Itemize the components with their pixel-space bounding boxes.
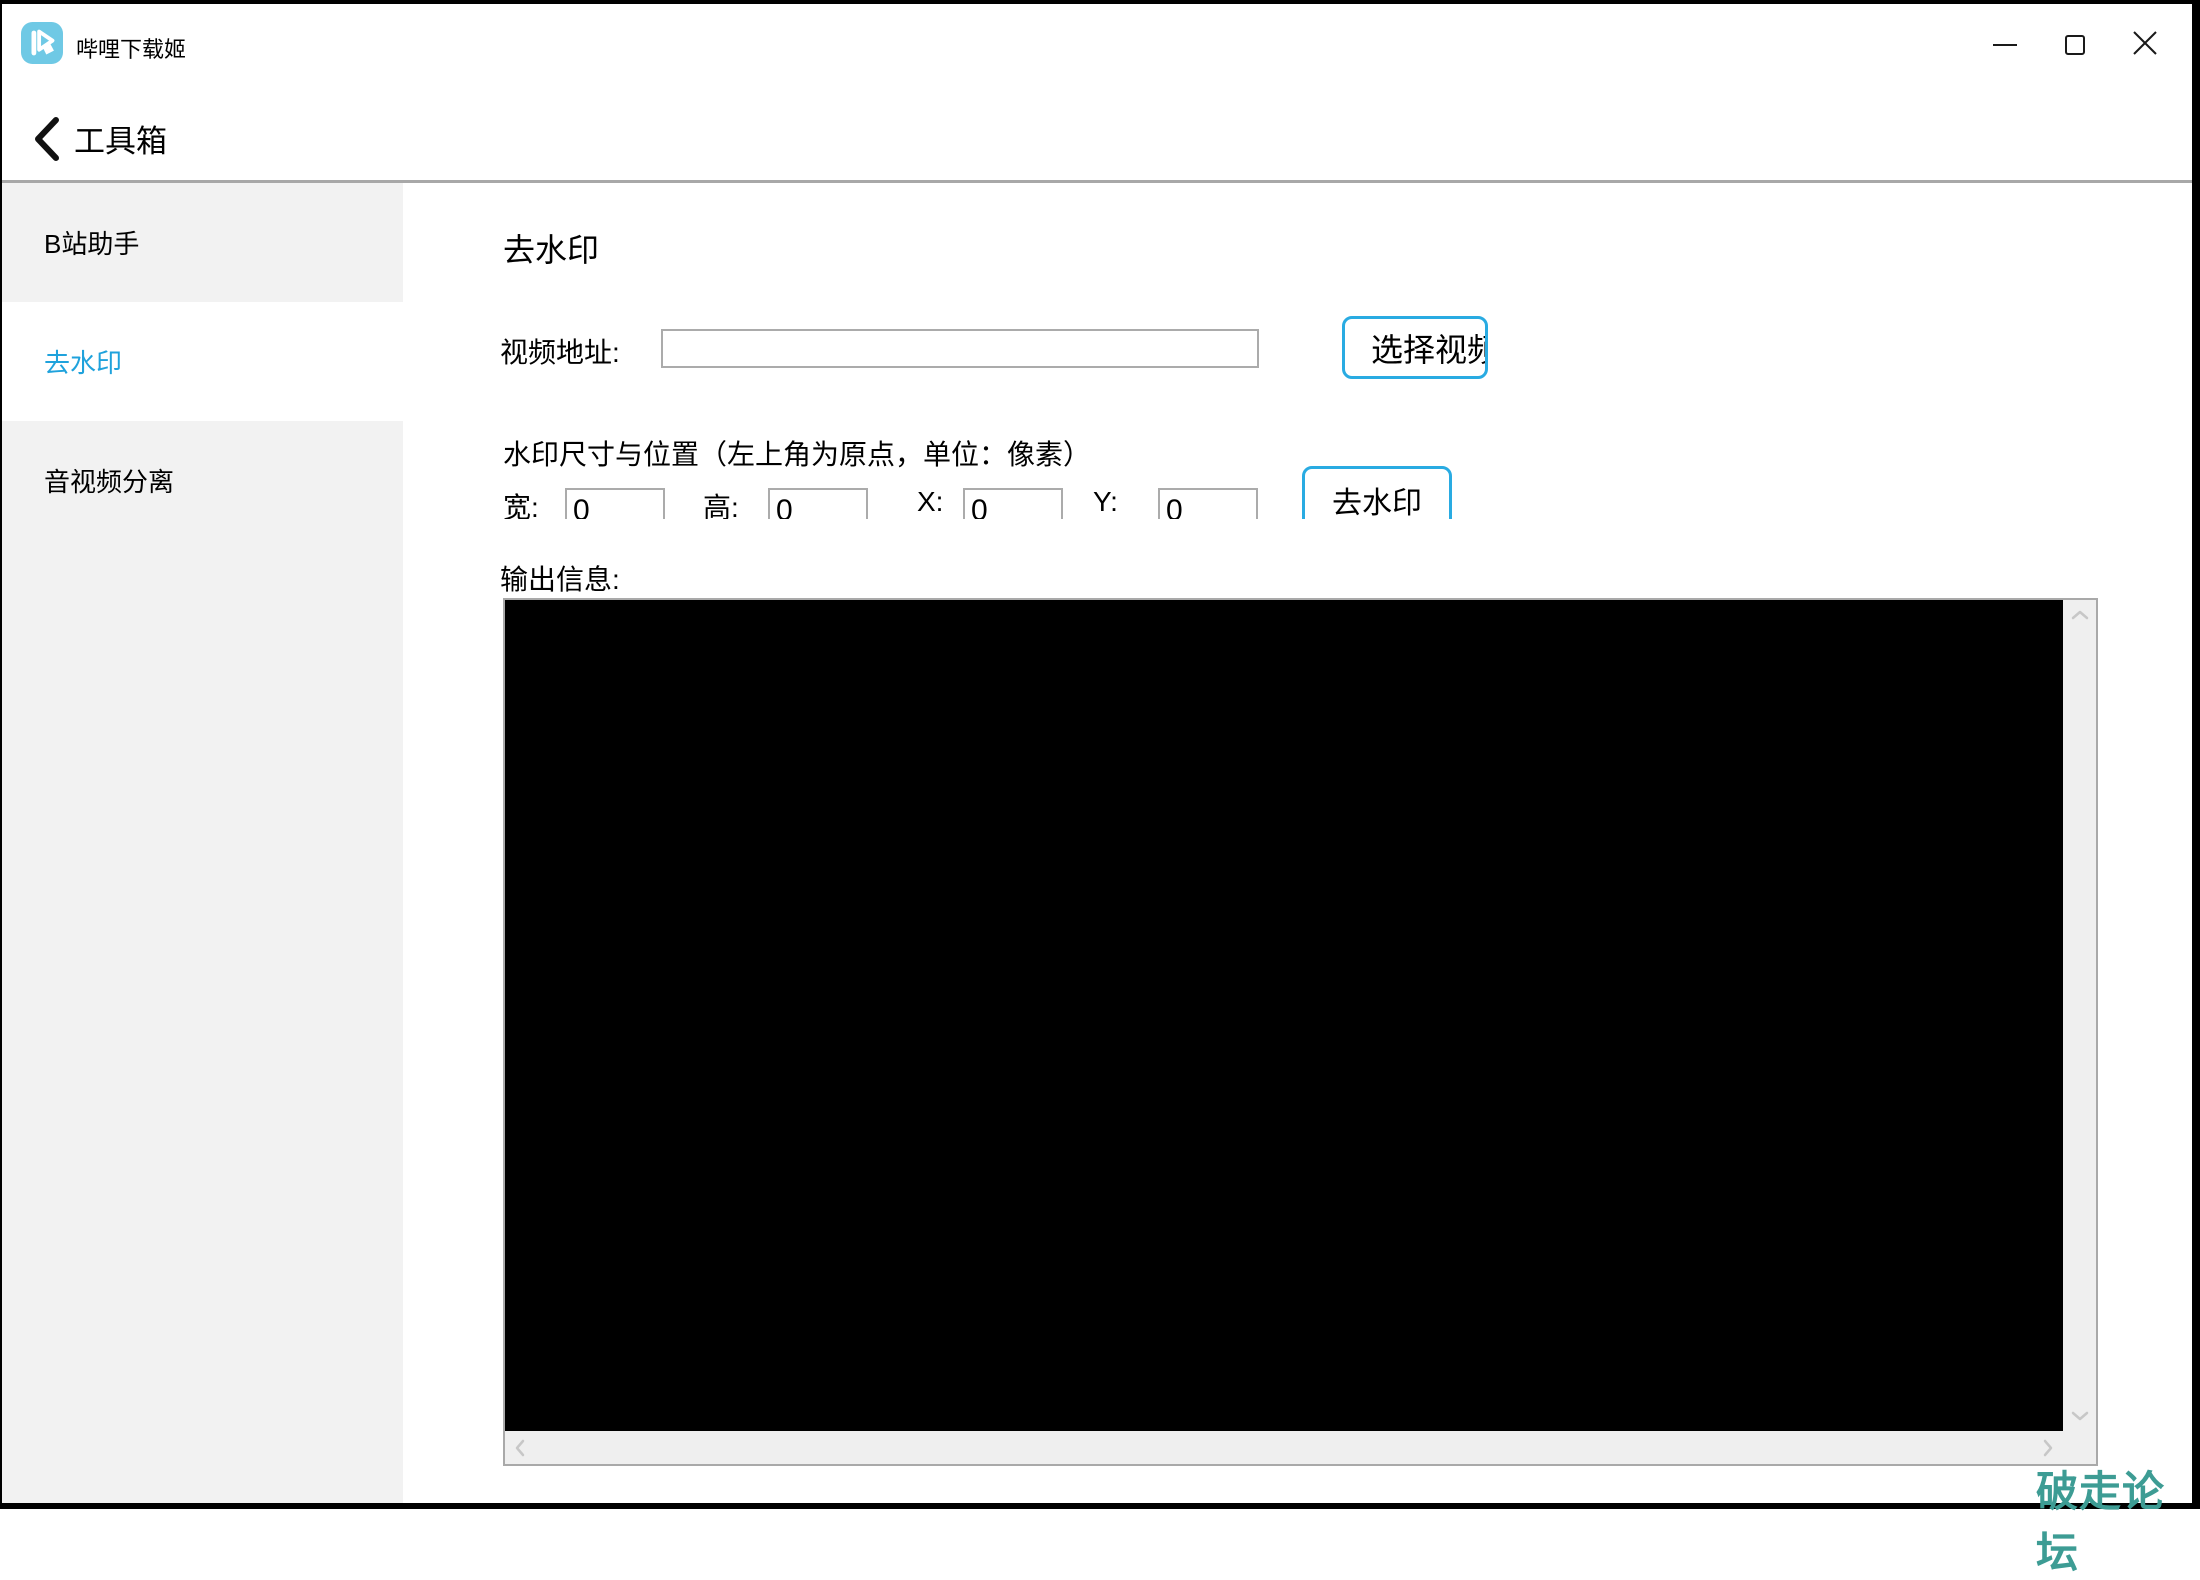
app-logo-icon <box>21 22 63 64</box>
title-bar: 哔哩下载姬 <box>0 4 2200 86</box>
video-address-input[interactable] <box>661 329 1259 368</box>
close-button[interactable] <box>2110 15 2180 75</box>
toolbox-nav-row: 工具箱 <box>0 100 2200 180</box>
window-border-bottom <box>0 1503 2200 1509</box>
window-border-right <box>2192 0 2200 1509</box>
back-arrow-icon[interactable] <box>30 114 64 169</box>
window-border-left <box>0 0 2 1509</box>
width-label: 宽: <box>503 492 539 519</box>
watermark-params-row: 宽: 高: X: Y: 去水印 <box>450 462 1520 519</box>
window-border-top <box>0 0 2200 4</box>
forum-watermark-text: 破走论坛 <box>2036 1468 2166 1576</box>
scroll-right-icon[interactable] <box>2043 1439 2053 1457</box>
height-label: 高: <box>703 492 739 519</box>
output-console-content[interactable] <box>505 600 2063 1431</box>
sidebar-item-label: 去水印 <box>44 348 123 378</box>
close-icon <box>2132 30 2158 61</box>
y-input[interactable] <box>1158 488 1258 519</box>
maximize-icon <box>2065 35 2085 55</box>
scroll-left-icon[interactable] <box>515 1439 525 1457</box>
sidebar-item-label: B站助手 <box>44 229 140 259</box>
x-input[interactable] <box>963 488 1063 519</box>
output-info-label: 输出信息: <box>500 564 620 595</box>
maximize-button[interactable] <box>2040 15 2110 75</box>
minimize-icon <box>1993 44 2017 46</box>
app-title: 哔哩下载姬 <box>76 37 187 62</box>
scroll-down-icon[interactable] <box>2071 1411 2089 1421</box>
video-address-label: 视频地址: <box>500 337 620 368</box>
horizontal-scrollbar[interactable] <box>505 1431 2063 1464</box>
width-input[interactable] <box>565 488 665 519</box>
sidebar-item-bilibili-helper[interactable]: B站助手 <box>2 183 403 302</box>
vertical-scrollbar[interactable] <box>2063 600 2096 1431</box>
remove-watermark-button[interactable]: 去水印 <box>1302 466 1452 519</box>
sidebar-item-remove-watermark[interactable]: 去水印 <box>2 302 403 421</box>
scroll-up-icon[interactable] <box>2071 610 2089 620</box>
window-controls <box>1970 4 2180 86</box>
select-video-button[interactable]: 选择视频 <box>1342 316 1488 379</box>
height-input[interactable] <box>768 488 868 519</box>
toolbox-title[interactable]: 工具箱 <box>74 116 167 161</box>
output-console <box>503 598 2098 1466</box>
sidebar-item-label: 音视频分离 <box>44 467 175 497</box>
sidebar-item-av-separation[interactable]: 音视频分离 <box>2 421 403 540</box>
main-content: 去水印 视频地址: 选择视频 水印尺寸与位置（左上角为原点，单位：像素） 宽: … <box>403 183 2192 1503</box>
minimize-button[interactable] <box>1970 15 2040 75</box>
app-window: 哔哩下载姬 工具箱 B站助手 去水印 音视频分离 去水印 视频地址: 选择视频 … <box>0 0 2200 1576</box>
sidebar: B站助手 去水印 音视频分离 <box>2 183 403 1503</box>
page-title: 去水印 <box>503 232 600 268</box>
y-label: Y: <box>1093 486 1118 517</box>
x-label: X: <box>917 486 944 517</box>
